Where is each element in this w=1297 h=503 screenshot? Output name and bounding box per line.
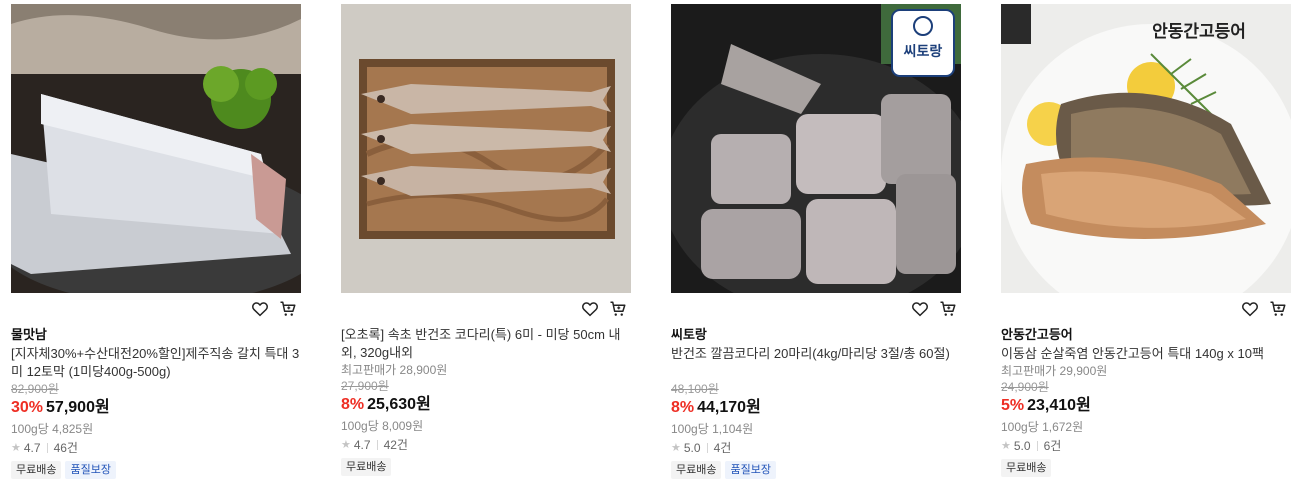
- divider: [1036, 441, 1038, 451]
- price-line: 30% 57,900원: [11, 397, 301, 419]
- review-count: 4건: [713, 441, 732, 455]
- rating-value: 4.7: [23, 441, 41, 455]
- quality-guarantee-badge: 품질보장: [725, 461, 776, 479]
- cart-icon[interactable]: [1269, 300, 1287, 318]
- original-price: 24,900원: [1001, 380, 1049, 394]
- product-brand: 씨토랑: [671, 327, 707, 342]
- star-icon: ★: [671, 442, 681, 454]
- rating-value: 5.0: [683, 441, 701, 455]
- original-price: 27,900원: [341, 379, 389, 393]
- sale-price: 25,630원: [367, 396, 431, 413]
- price-line: 5% 23,410원: [1001, 395, 1291, 417]
- product-brand: 안동간고등어: [1001, 327, 1073, 342]
- unit-price: 100g당 8,009원: [341, 419, 424, 433]
- rating-value: 5.0: [1013, 439, 1031, 453]
- price-line: 8% 44,170원: [671, 397, 961, 419]
- heart-icon[interactable]: [1241, 300, 1259, 318]
- sale-price: 57,900원: [46, 399, 110, 416]
- reference-price: 최고판매가 29,900원: [1001, 364, 1108, 378]
- sale-price: 23,410원: [1027, 397, 1091, 414]
- rating-row: ★ 4.7 42건: [341, 436, 631, 454]
- star-icon: ★: [11, 442, 21, 454]
- heart-icon[interactable]: [911, 300, 929, 318]
- product-title[interactable]: [지자체30%+수산대전20%할인]제주직송 갈치 특대 3미 12토막 (1미…: [11, 345, 301, 381]
- badge-list: 무료배송: [341, 458, 631, 476]
- product-title[interactable]: [오초록] 속초 반건조 코다리(특) 6미 - 미당 50cm 내외, 320…: [341, 326, 631, 362]
- product-image-dried-pollock[interactable]: [341, 4, 631, 293]
- review-count: 42건: [383, 438, 408, 452]
- product-image-cutlassfish[interactable]: [11, 4, 301, 293]
- price-line: 8% 25,630원: [341, 394, 631, 416]
- rating-value: 4.7: [353, 438, 371, 452]
- sale-price: 44,170원: [697, 399, 761, 416]
- product-card[interactable]: 안동간고등어 안동간고등어 이동삼 순살죽염 안동간고등어 특대 140g x …: [1001, 4, 1291, 477]
- product-card[interactable]: [오초록] 속초 반건조 코다리(특) 6미 - 미당 50cm 내외, 320…: [341, 4, 631, 476]
- product-image-mackerel[interactable]: 안동간고등어: [1001, 4, 1291, 293]
- andong-logo-text: 안동간고등어: [1152, 22, 1246, 42]
- original-price: 82,900원: [11, 382, 59, 396]
- rating-row: ★ 4.7 46건: [11, 439, 301, 457]
- divider: [46, 443, 48, 453]
- star-icon: ★: [1001, 440, 1011, 452]
- discount-rate: 8%: [341, 396, 365, 413]
- review-count: 6건: [1043, 439, 1062, 453]
- product-title[interactable]: 반건조 깔끔코다리 20마리(4kg/마리당 3절/총 60절): [671, 345, 961, 381]
- badge-list: 무료배송: [1001, 459, 1291, 477]
- product-image-pollock-chunks[interactable]: 씨토랑: [671, 4, 961, 293]
- cart-icon[interactable]: [279, 300, 297, 318]
- product-brand: 물맛남: [11, 327, 47, 342]
- cart-icon[interactable]: [939, 300, 957, 318]
- free-shipping-badge: 무료배송: [671, 461, 722, 479]
- product-card[interactable]: 물맛남 [지자체30%+수산대전20%할인]제주직송 갈치 특대 3미 12토막…: [11, 4, 301, 479]
- star-icon: ★: [341, 439, 351, 451]
- free-shipping-badge: 무료배송: [1001, 459, 1052, 477]
- seatorang-logo-text: 씨토랑: [904, 44, 943, 60]
- divider: [376, 440, 378, 450]
- free-shipping-badge: 무료배송: [341, 458, 392, 476]
- review-count: 46건: [53, 441, 78, 455]
- divider: [706, 443, 708, 453]
- discount-rate: 30%: [11, 399, 44, 416]
- badge-list: 무료배송 품질보장: [11, 461, 301, 479]
- original-price: 48,100원: [671, 382, 719, 396]
- unit-price: 100g당 1,104원: [671, 422, 754, 436]
- quality-guarantee-badge: 품질보장: [65, 461, 116, 479]
- cart-icon[interactable]: [609, 300, 627, 318]
- badge-list: 무료배송 품질보장: [671, 461, 961, 479]
- heart-icon[interactable]: [251, 300, 269, 318]
- free-shipping-badge: 무료배송: [11, 461, 62, 479]
- unit-price: 100g당 4,825원: [11, 422, 94, 436]
- rating-row: ★ 5.0 4건: [671, 439, 961, 457]
- unit-price: 100g당 1,672원: [1001, 420, 1084, 434]
- discount-rate: 5%: [1001, 397, 1025, 414]
- product-title[interactable]: 이동삼 순살죽염 안동간고등어 특대 140g x 10팩: [1001, 345, 1291, 363]
- product-card[interactable]: 씨토랑 씨토랑 반건조 깔끔코다리 20마리(4kg/마리당 3절/총 60절)…: [671, 4, 961, 479]
- discount-rate: 8%: [671, 399, 695, 416]
- rating-row: ★ 5.0 6건: [1001, 437, 1291, 455]
- heart-icon[interactable]: [581, 300, 599, 318]
- reference-price: 최고판매가 28,900원: [341, 363, 448, 377]
